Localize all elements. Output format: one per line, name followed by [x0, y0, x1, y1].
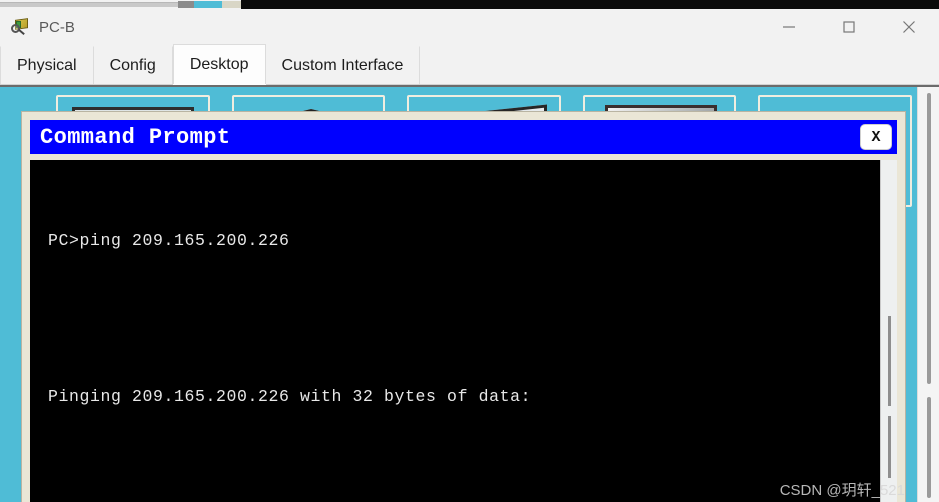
desktop-scrollbar-thumb[interactable]	[927, 93, 931, 384]
close-icon: X	[871, 128, 881, 146]
background-window-fragment-dark	[178, 1, 194, 8]
maximize-button[interactable]	[819, 9, 879, 45]
terminal-scrollbar[interactable]	[880, 160, 897, 502]
command-prompt-window: Command Prompt X PC>ping 209.165.200.226…	[21, 111, 906, 502]
terminal-output[interactable]: PC>ping 209.165.200.226 Pinging 209.165.…	[30, 160, 880, 502]
command-prompt-title: Command Prompt	[40, 124, 231, 150]
tab-strip: Physical Config Desktop Custom Interface	[0, 44, 939, 85]
screenshot-root: PC-B Physical Config Desktop Custom Inte…	[0, 0, 939, 502]
command-prompt-titlebar: Command Prompt X	[30, 120, 897, 154]
terminal-scrollbar-thumb[interactable]	[888, 316, 891, 406]
background-window-strip	[0, 0, 939, 10]
window-title: PC-B	[39, 18, 75, 36]
window-controls	[759, 9, 939, 45]
minimize-button[interactable]	[759, 9, 819, 45]
device-pc-icon	[11, 17, 31, 37]
command-prompt-body: PC>ping 209.165.200.226 Pinging 209.165.…	[30, 160, 897, 502]
titlebar-left-group: PC-B	[0, 17, 75, 37]
tab-config[interactable]: Config	[93, 46, 173, 84]
tab-desktop[interactable]: Desktop	[172, 44, 266, 84]
terminal-line: PC>ping 209.165.200.226	[48, 231, 290, 250]
tab-physical[interactable]: Physical	[0, 46, 94, 84]
minimize-icon	[782, 20, 796, 34]
desktop-scrollbar[interactable]	[917, 87, 939, 502]
window-titlebar: PC-B	[0, 9, 939, 45]
desktop-scrollbar-thumb-lower[interactable]	[927, 397, 931, 498]
background-black-bar	[241, 0, 939, 9]
terminal-scrollbar-thumb-lower[interactable]	[888, 416, 891, 478]
command-prompt-close-button[interactable]: X	[860, 124, 892, 150]
maximize-icon	[842, 20, 856, 34]
tab-custom-interface[interactable]: Custom Interface	[265, 46, 421, 84]
background-window-fragment-gray	[0, 2, 182, 7]
background-window-fragment-beige	[222, 1, 242, 8]
pc-b-window: PC-B Physical Config Desktop Custom Inte…	[0, 9, 939, 502]
terminal-line: Pinging 209.165.200.226 with 32 bytes of…	[48, 387, 532, 406]
desktop-pane: Command Prompt X PC>ping 209.165.200.226…	[0, 85, 939, 502]
close-button[interactable]	[879, 9, 939, 45]
close-icon	[901, 19, 917, 35]
